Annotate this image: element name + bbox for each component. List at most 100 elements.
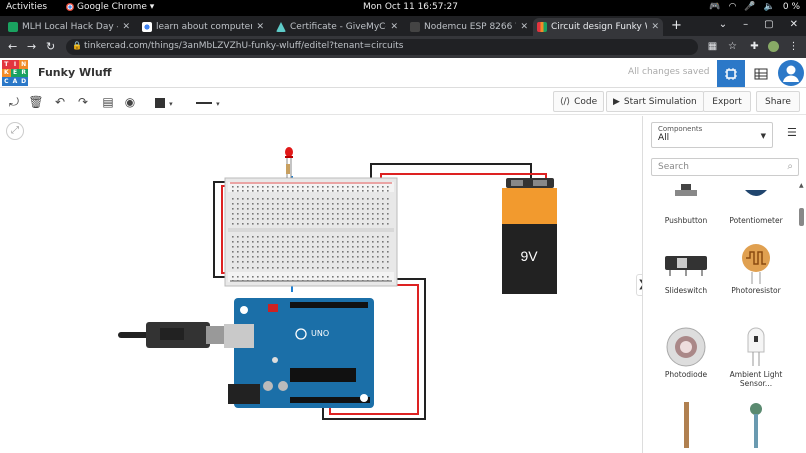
clock[interactable]: Mon Oct 11 16:57:27 <box>363 2 458 12</box>
component-pushbutton[interactable]: Pushbutton <box>651 180 721 225</box>
undo-icon[interactable]: ↶ <box>52 94 68 110</box>
back-arrow-icon[interactable]: ← <box>8 40 17 53</box>
breadboard-hole <box>262 208 264 210</box>
scroll-up-icon[interactable]: ▲ <box>799 182 804 189</box>
design-title[interactable]: Funky Wluff <box>38 66 112 79</box>
breadboard-hole <box>322 261 324 263</box>
reload-icon[interactable]: ↻ <box>46 40 55 53</box>
breadboard-hole <box>242 213 244 215</box>
chrome-menu-icon[interactable]: ⋮ <box>788 41 799 52</box>
forward-arrow-icon[interactable]: → <box>27 40 36 53</box>
save-status: All changes saved <box>628 67 710 77</box>
components-category-select[interactable]: Components All ▼ <box>651 122 773 148</box>
components-scrollbar[interactable]: ▲ <box>799 182 805 453</box>
breadboard-hole <box>342 261 344 263</box>
app-menu-label: Google Chrome ▾ <box>77 2 155 12</box>
color-picker[interactable]: ▾ <box>151 94 177 110</box>
minimize-icon[interactable]: – <box>743 19 748 30</box>
component-flex-sensor[interactable] <box>651 402 721 448</box>
circuit-canvas[interactable]: ⤢ 9V UNO <box>0 116 642 453</box>
breadboard-hole <box>287 236 289 238</box>
breadboard-hole <box>332 267 334 269</box>
export-button[interactable]: Export <box>703 91 751 112</box>
qr-code-icon[interactable]: ▦ <box>707 41 718 52</box>
tab-close-icon[interactable]: ✕ <box>651 22 659 32</box>
extensions-icon[interactable]: ✚ <box>749 41 760 52</box>
start-simulation-button[interactable]: ▶ Start Simulation <box>606 91 704 112</box>
tab-close-icon[interactable]: ✕ <box>256 22 264 32</box>
breadboard-hole <box>267 223 269 225</box>
breadboard-hole <box>372 203 374 205</box>
component-slideswitch[interactable]: Slideswitch <box>651 240 721 295</box>
tab-certificate[interactable]: Certificate - GiveMyCert ✕ <box>272 18 402 36</box>
list-view-icon[interactable]: ☰ <box>787 126 797 139</box>
new-tab-button[interactable]: + <box>671 18 682 33</box>
breadboard-hole <box>322 198 324 200</box>
tab-close-icon[interactable]: ✕ <box>520 22 528 32</box>
breadboard-hole <box>297 241 299 243</box>
tab-nodemcu[interactable]: Nodemcu ESP 8266 Wif ✕ <box>406 18 532 36</box>
component-search-input[interactable]: Search ⌕ <box>651 158 799 176</box>
breadboard-hole <box>387 251 389 253</box>
export-label: Export <box>712 96 742 107</box>
breadboard-hole <box>277 208 279 210</box>
breadboard-hole <box>267 261 269 263</box>
breadboard-hole <box>277 241 279 243</box>
volume-icon: 🔈 <box>763 2 775 12</box>
tab-close-icon[interactable]: ✕ <box>390 22 398 32</box>
breadboard-hole <box>302 213 304 215</box>
component-ambient-light-sensor[interactable]: Ambient Light Sensor... <box>721 324 791 388</box>
component-potentiometer[interactable]: Potentiometer <box>721 180 791 225</box>
breadboard-hole <box>312 246 314 248</box>
breadboard-hole <box>317 190 319 192</box>
profile-avatar[interactable] <box>768 41 779 52</box>
breadboard-hole <box>262 261 264 263</box>
close-window-icon[interactable]: ✕ <box>790 19 798 30</box>
breadboard-hole <box>357 186 359 188</box>
restore-icon[interactable]: ▢ <box>764 19 773 30</box>
code-button[interactable]: ⟨/⟩ Code <box>553 91 605 112</box>
tab-google[interactable]: learn about computer s ✕ <box>138 18 268 36</box>
breadboard-hole <box>232 280 234 282</box>
breadboard-hole <box>322 190 324 192</box>
tab-circuit-design[interactable]: Circuit design Funky Wl ✕ <box>533 18 663 36</box>
tinkercad-logo[interactable]: T I N K E R C A D <box>2 60 28 86</box>
bookmark-star-icon[interactable]: ☆ <box>727 41 738 52</box>
rotate-icon[interactable]: ⤾ <box>6 94 22 110</box>
component-force-sensor[interactable] <box>721 402 791 448</box>
notes-icon[interactable]: ▤ <box>100 94 116 110</box>
delete-icon[interactable]: 🗑 <box>28 94 44 110</box>
share-button[interactable]: Share <box>756 91 800 112</box>
activities-button[interactable]: Activities <box>6 2 47 12</box>
breadboard-hole <box>357 203 359 205</box>
app-menu[interactable]: Google Chrome ▾ <box>66 2 154 12</box>
breadboard-hole <box>297 261 299 263</box>
system-tray[interactable]: 🎮 ◠ 🎤 🔈 0 % <box>709 2 800 12</box>
visibility-icon[interactable]: ◉ <box>122 94 138 110</box>
tab-mlh[interactable]: MLH Local Hack Day - G ✕ <box>4 18 134 36</box>
breadboard-hole <box>377 208 379 210</box>
schematic-view-button[interactable] <box>747 60 775 87</box>
circuit-view-button[interactable] <box>717 60 745 87</box>
breadboard-hole <box>257 241 259 243</box>
user-avatar[interactable] <box>778 60 804 86</box>
breadboard-hole <box>332 208 334 210</box>
tab-search-icon[interactable]: ⌄ <box>719 19 727 30</box>
breadboard-hole <box>252 218 254 220</box>
url-field[interactable]: 🔒 tinkercad.com/things/3anMbLZVZhU-funky… <box>66 39 698 55</box>
circuit-drawing[interactable]: 9V UNO <box>0 116 642 453</box>
breadboard-hole <box>307 190 309 192</box>
breadboard-hole <box>337 186 339 188</box>
breadboard-hole <box>362 276 364 278</box>
component-photoresistor[interactable]: Photoresistor <box>721 240 791 295</box>
wire-type-picker[interactable]: ▾ <box>192 94 224 110</box>
breadboard-hole <box>257 203 259 205</box>
breadboard-hole <box>267 280 269 282</box>
breadboard-hole <box>277 261 279 263</box>
redo-icon[interactable]: ↷ <box>75 94 91 110</box>
breadboard-hole <box>257 236 259 238</box>
component-photodiode[interactable]: Photodiode <box>651 324 721 379</box>
led-component <box>285 147 293 178</box>
tab-close-icon[interactable]: ✕ <box>122 22 130 32</box>
scrollbar-thumb[interactable] <box>799 208 804 226</box>
